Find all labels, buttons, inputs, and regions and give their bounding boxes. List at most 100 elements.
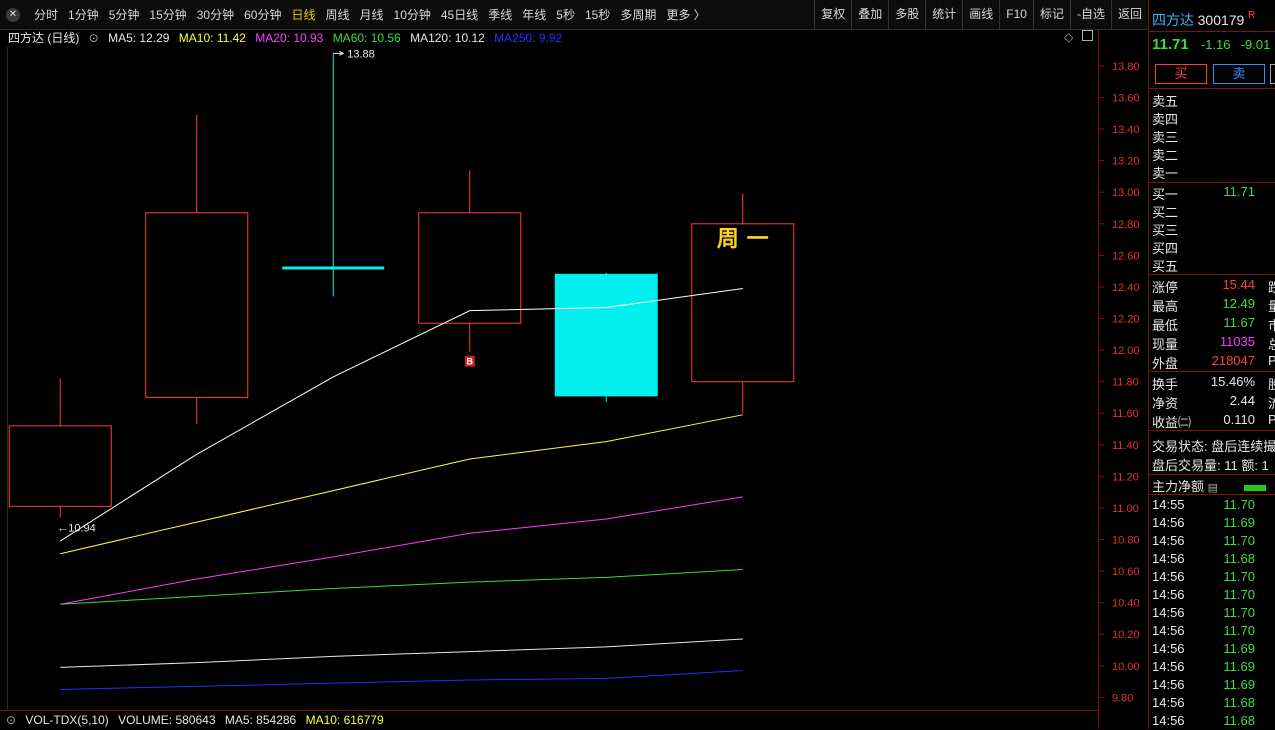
ma120-label: MA120: 10.12: [410, 31, 485, 45]
period-tab[interactable]: 周线: [320, 6, 354, 23]
stat-suffix: 量: [1268, 296, 1275, 315]
volume-header: ⊙ VOL-TDX(5,10) VOLUME: 580643 MA5: 8542…: [0, 710, 1098, 730]
stat-value: 218047: [1211, 353, 1255, 368]
volume-indicator-name: VOL-TDX(5,10): [25, 713, 109, 727]
stat-suffix: P: [1268, 412, 1275, 427]
ask-label: 卖三: [1152, 130, 1179, 145]
bid-label: 买二: [1152, 205, 1179, 220]
tick-price: 11.70: [1223, 533, 1255, 548]
ma10-line: [60, 414, 743, 555]
diamond-icon[interactable]: ◇: [1064, 30, 1073, 44]
period-tab[interactable]: 分时: [29, 6, 63, 23]
tool-button[interactable]: -自选: [1069, 0, 1111, 29]
stat-suffix: 跌: [1268, 277, 1275, 296]
collapse-icon[interactable]: [1082, 30, 1093, 41]
ma60-label: MA60: 10.56: [332, 31, 401, 45]
close-icon[interactable]: ✕: [6, 8, 20, 22]
tool-button[interactable]: 返回: [1110, 0, 1148, 29]
period-tab[interactable]: 30分钟: [192, 6, 239, 23]
period-tab[interactable]: 年线: [517, 6, 551, 23]
extra-button[interactable]: [1270, 64, 1275, 84]
tool-button[interactable]: 多股: [888, 0, 925, 29]
sell-button[interactable]: 卖: [1213, 64, 1265, 84]
bid-label: 买一: [1152, 187, 1179, 202]
tool-button[interactable]: F10: [999, 0, 1033, 29]
tool-button[interactable]: 统计: [925, 0, 962, 29]
separator: [1149, 31, 1275, 32]
candlestick-chart[interactable]: 13.88 ←10.94 B 周 一: [0, 47, 1098, 710]
tick-price: 11.68: [1223, 713, 1255, 728]
tick-price: 11.68: [1223, 551, 1255, 566]
price-tick-label: 13.40: [1112, 124, 1140, 136]
tick-price: 11.70: [1223, 623, 1255, 638]
stat-value: 11.67: [1223, 315, 1255, 330]
period-tab[interactable]: 多周期: [615, 6, 661, 23]
candle: [418, 170, 522, 352]
tool-button[interactable]: 复权: [814, 0, 851, 29]
buy-button[interactable]: 买: [1155, 64, 1207, 84]
period-tab[interactable]: 10分钟: [389, 6, 436, 23]
tool-button[interactable]: 叠加: [851, 0, 888, 29]
candle-body: [145, 212, 249, 398]
price-tick-label: 11.00: [1112, 503, 1139, 515]
tick-price: 11.70: [1223, 605, 1255, 620]
tick-time: 14:56: [1152, 551, 1185, 566]
price-tick-label: 10.80: [1112, 535, 1140, 547]
volume-toggle-icon[interactable]: ⊙: [6, 713, 16, 727]
ma5-label: MA5: 12.29: [108, 31, 170, 45]
price-tick-label: 12.40: [1112, 282, 1140, 294]
top-toolbar: ✕ 分时 1分钟 5分钟 15分钟 30分钟 60分钟 日线 周线 月线 10分钟 45日线 季线 年线…: [0, 0, 1148, 30]
quote-panel: 四方达 300179 R 11.71 -1.16 -9.01 买 卖 卖五 卖四卖…: [1148, 0, 1275, 729]
price-tick-label: 10.60: [1112, 566, 1140, 578]
period-tab[interactable]: 月线: [355, 6, 389, 23]
stock-code: 300179: [1197, 12, 1245, 28]
after-hours-volume: 盘后交易量: 11 额: 1: [1152, 458, 1269, 473]
stat-value: 15.46%: [1210, 374, 1255, 389]
ma120-line: [60, 638, 743, 668]
period-tab[interactable]: 日线: [286, 6, 320, 23]
tick-time: 14:56: [1152, 623, 1185, 638]
period-tab[interactable]: 45日线: [436, 6, 483, 23]
period-tab[interactable]: 季线: [483, 6, 517, 23]
period-tab[interactable]: 15分钟: [144, 6, 191, 23]
ma250-line: [60, 670, 743, 690]
tick-time: 14:56: [1152, 587, 1185, 602]
price-change-pct: -9.01: [1240, 37, 1271, 52]
stat-suffix: 流: [1268, 393, 1275, 412]
volume-ma5: MA5: 854286: [224, 713, 297, 727]
period-tab[interactable]: 更多 〉: [661, 6, 710, 23]
tool-button[interactable]: 画线: [962, 0, 999, 29]
dropdown-icon[interactable]: ⊙: [89, 31, 99, 45]
period-tab[interactable]: 5分钟: [104, 6, 145, 23]
bid-label: 买四: [1152, 241, 1179, 256]
list-icon[interactable]: ▤: [1208, 482, 1218, 494]
tick-time: 14:56: [1152, 641, 1185, 656]
main-flow-label: 主力净额: [1152, 479, 1205, 494]
buy-signal-letter: B: [467, 357, 474, 367]
price-axis: 13.80 13.60 13.40 13.20 13.00 12.80 12.60 12.40…: [1099, 61, 1140, 704]
stat-value: 11035: [1219, 334, 1255, 349]
ma20-line: [60, 496, 743, 605]
tool-button[interactable]: 标记: [1032, 0, 1070, 29]
main-flow-bar: [1243, 484, 1266, 491]
ma60-line: [60, 569, 743, 605]
price-row: 11.71 -1.16 -9.01: [1152, 36, 1275, 53]
high-arrow: [333, 50, 345, 56]
separator: [1149, 474, 1275, 475]
period-tab[interactable]: 5秒: [551, 6, 580, 23]
tick-price: 11.69: [1223, 641, 1255, 656]
candle-body: [418, 212, 522, 324]
stat-value: 0.110: [1223, 412, 1255, 427]
period-tab[interactable]: 15秒: [580, 6, 615, 23]
period-tab[interactable]: 60分钟: [239, 6, 286, 23]
stat-value: 2.44: [1229, 393, 1255, 408]
stat-suffix: 总: [1268, 334, 1275, 353]
bid-label: 买三: [1152, 223, 1179, 238]
price-tick-label: 9.80: [1112, 692, 1133, 704]
period-tab[interactable]: 1分钟: [63, 6, 104, 23]
candle-body: [554, 273, 658, 397]
period-tabs: 分时 1分钟 5分钟 15分钟 30分钟 60分钟 日线 周线 月线 10分钟 45日线 季线 年线 5秒…: [29, 0, 711, 29]
price-tick-label: 11.80: [1112, 377, 1139, 389]
price-tick-label: 11.40: [1112, 440, 1139, 452]
candle: [8, 378, 112, 518]
